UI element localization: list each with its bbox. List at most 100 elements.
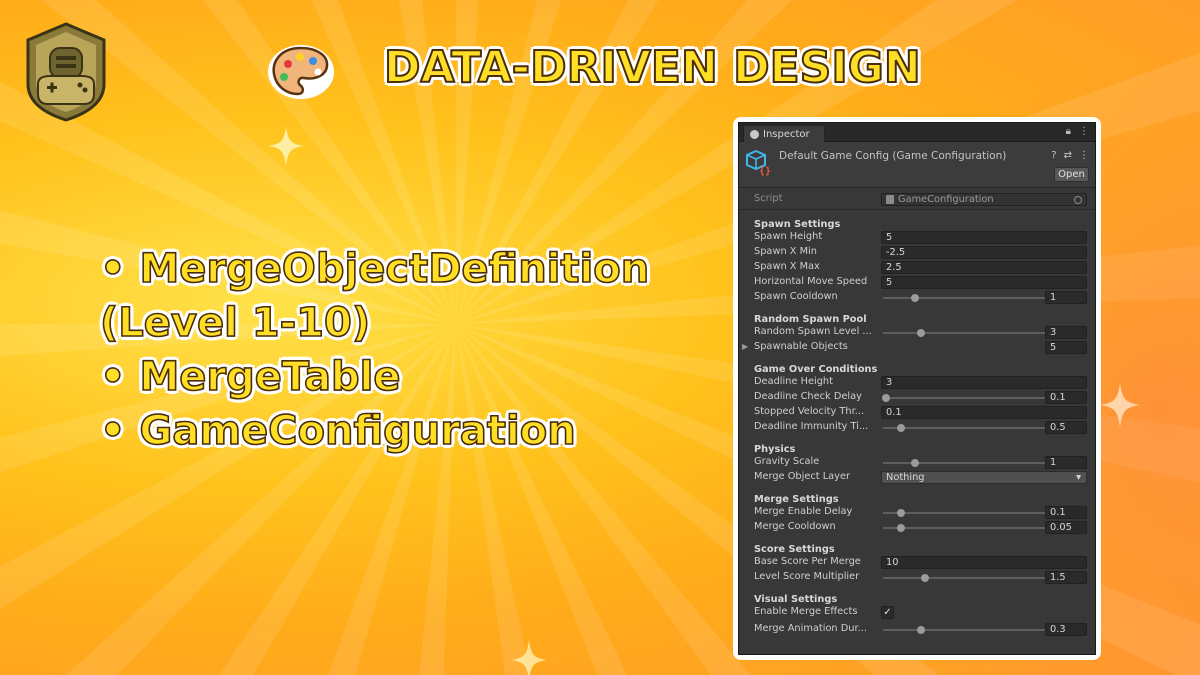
chevron-down-icon: ▾ (1076, 472, 1081, 483)
sparkle-icon (268, 126, 304, 166)
random-spawn-level-slider[interactable] (883, 332, 1045, 334)
bullet-item: • MergeTable (99, 353, 401, 401)
level-multiplier-slider[interactable] (883, 577, 1045, 579)
script-file-icon (886, 195, 894, 204)
spawn-x-min-row: Spawn X Min -2.5 (739, 245, 1095, 260)
spawn-height-field[interactable]: 5 (881, 231, 1087, 244)
checkmark-icon: ✓ (883, 607, 892, 618)
deadline-check-delay-slider-handle[interactable] (882, 394, 890, 402)
merge-animation-field[interactable]: 0.3 (1045, 623, 1087, 636)
gravity-scale-slider-handle[interactable] (911, 459, 919, 467)
deadline-immunity-field[interactable]: 0.5 (1045, 421, 1087, 434)
spawnable-objects-row[interactable]: ▶ Spawnable Objects 5 (739, 340, 1095, 355)
section-physics: Physics (754, 444, 796, 455)
section-random-spawn-pool: Random Spawn Pool (754, 314, 867, 325)
level-multiplier-label: Level Score Multiplier (754, 571, 860, 582)
deadline-height-field[interactable]: 3 (881, 376, 1087, 389)
section-visual-settings: Visual Settings (754, 594, 838, 605)
gravity-scale-field[interactable]: 1 (1045, 456, 1087, 469)
bullet-item: • MergeObjectDefinition (99, 245, 650, 293)
merge-enable-delay-field[interactable]: 0.1 (1045, 506, 1087, 519)
deadline-immunity-row: Deadline Immunity Ti... 0.5 (739, 420, 1095, 435)
merge-animation-slider-handle[interactable] (917, 626, 925, 634)
asset-title: Default Game Config (Game Configuration) (779, 150, 1007, 162)
inspector-tabbar: Inspector 🔒︎ ⋮ (739, 123, 1095, 142)
spawn-x-min-field[interactable]: -2.5 (881, 246, 1087, 259)
deadline-immunity-slider-handle[interactable] (897, 424, 905, 432)
page-title: DATA-DRIVEN DESIGN (383, 41, 922, 94)
horizontal-move-speed-row: Horizontal Move Speed 5 (739, 275, 1095, 290)
spawn-cooldown-field[interactable]: 1 (1045, 291, 1087, 304)
lock-icon[interactable]: 🔒︎ (1066, 126, 1071, 137)
stopped-velocity-field[interactable]: 0.1 (881, 406, 1087, 419)
gravity-scale-row: Gravity Scale 1 (739, 455, 1095, 470)
deadline-check-delay-field[interactable]: 0.1 (1045, 391, 1087, 404)
presets-icon[interactable]: ⇄ (1064, 150, 1072, 161)
base-score-field[interactable]: 10 (881, 556, 1087, 569)
random-spawn-level-slider-handle[interactable] (917, 329, 925, 337)
merge-object-layer-dropdown[interactable]: Nothing ▾ (881, 471, 1087, 484)
merge-animation-row: Merge Animation Dur... 0.3 (739, 622, 1095, 637)
spawnable-objects-count[interactable]: 5 (1045, 341, 1087, 354)
merge-cooldown-field[interactable]: 0.05 (1045, 521, 1087, 534)
deadline-check-delay-row: Deadline Check Delay 0.1 (739, 390, 1095, 405)
section-spawn-settings: Spawn Settings (754, 219, 841, 230)
horizontal-move-speed-field[interactable]: 5 (881, 276, 1087, 289)
bullet-item: • GameConfiguration (99, 407, 576, 455)
open-button[interactable]: Open (1054, 167, 1089, 182)
base-score-label: Base Score Per Merge (754, 556, 861, 567)
deadline-immunity-label: Deadline Immunity Ti... (754, 421, 869, 432)
header-actions: ? ⇄ ⋮ (1051, 150, 1089, 161)
script-field[interactable]: GameConfiguration (881, 193, 1087, 206)
enable-merge-effects-checkbox[interactable]: ✓ (881, 606, 894, 619)
kebab-menu-icon[interactable]: ⋮ (1079, 150, 1089, 161)
merge-object-layer-row: Merge Object Layer Nothing ▾ (739, 470, 1095, 485)
help-icon[interactable]: ? (1051, 150, 1056, 161)
merge-enable-delay-row: Merge Enable Delay 0.1 (739, 505, 1095, 520)
section-game-over-conditions: Game Over Conditions (754, 364, 878, 375)
divider (739, 209, 1095, 210)
kebab-menu-icon[interactable]: ⋮ (1079, 126, 1089, 137)
merge-enable-delay-slider[interactable] (883, 512, 1045, 514)
gravity-scale-label: Gravity Scale (754, 456, 820, 467)
level-multiplier-slider-handle[interactable] (921, 574, 929, 582)
spawn-x-max-label: Spawn X Max (754, 261, 820, 272)
merge-enable-delay-label: Merge Enable Delay (754, 506, 853, 517)
object-picker-icon[interactable] (1074, 196, 1082, 204)
bullet-list: • MergeObjectDefinition (Level 1-10) • M… (99, 242, 720, 458)
level-multiplier-field[interactable]: 1.5 (1045, 571, 1087, 584)
merge-object-layer-value: Nothing (886, 472, 925, 483)
spawn-cooldown-slider-handle[interactable] (911, 294, 919, 302)
deadline-check-delay-slider[interactable] (883, 397, 1045, 399)
scriptable-object-icon: {} (746, 149, 771, 176)
tab-inspector[interactable]: Inspector (743, 125, 825, 142)
merge-cooldown-slider[interactable] (883, 527, 1045, 529)
merge-animation-label: Merge Animation Dur... (754, 623, 867, 634)
tab-inspector-label: Inspector (763, 128, 810, 140)
spawn-cooldown-slider[interactable] (883, 297, 1045, 299)
merge-animation-slider[interactable] (883, 629, 1045, 631)
random-spawn-level-field[interactable]: 3 (1045, 326, 1087, 339)
gravity-scale-slider[interactable] (883, 462, 1045, 464)
section-score-settings: Score Settings (754, 544, 835, 555)
spawn-cooldown-row: Spawn Cooldown 1 (739, 290, 1095, 305)
info-icon (750, 129, 759, 139)
inspector-window: Inspector 🔒︎ ⋮ {} Default Game Config (G… (738, 122, 1096, 655)
merge-cooldown-row: Merge Cooldown 0.05 (739, 520, 1095, 535)
foldout-arrow-icon[interactable]: ▶ (742, 342, 748, 351)
script-row: Script GameConfiguration (739, 192, 1095, 207)
deadline-height-label: Deadline Height (754, 376, 833, 387)
merge-cooldown-slider-handle[interactable] (897, 524, 905, 532)
stopped-velocity-label: Stopped Velocity Thr... (754, 406, 865, 417)
svg-text:{}: {} (759, 166, 771, 176)
level-multiplier-row: Level Score Multiplier 1.5 (739, 570, 1095, 585)
section-merge-settings: Merge Settings (754, 494, 839, 505)
spawn-x-max-field[interactable]: 2.5 (881, 261, 1087, 274)
merge-enable-delay-slider-handle[interactable] (897, 509, 905, 517)
sparkle-icon (1100, 382, 1140, 428)
base-score-row: Base Score Per Merge 10 (739, 555, 1095, 570)
stopped-velocity-row: Stopped Velocity Thr... 0.1 (739, 405, 1095, 420)
spawn-height-label: Spawn Height (754, 231, 823, 242)
merge-cooldown-label: Merge Cooldown (754, 521, 836, 532)
deadline-immunity-slider[interactable] (883, 427, 1045, 429)
